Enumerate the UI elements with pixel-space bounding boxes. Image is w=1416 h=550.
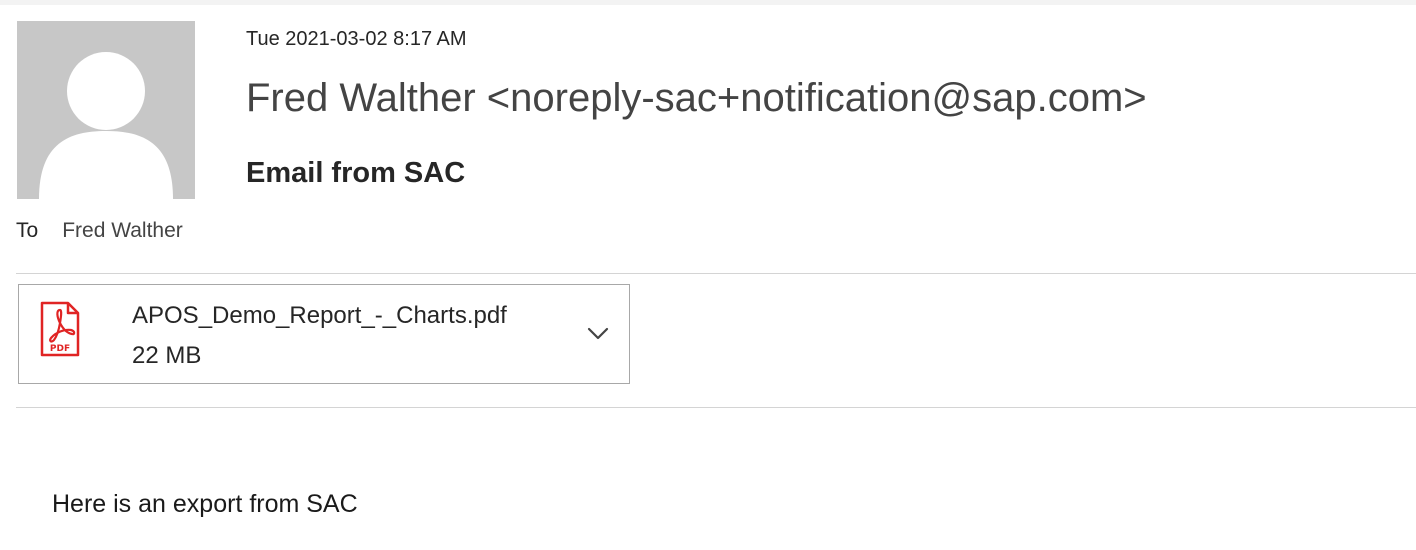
attachment-size: 22 MB — [132, 342, 202, 369]
attachment-card[interactable]: PDF APOS_Demo_Report_-_Charts.pdf 22 MB — [18, 284, 630, 384]
to-label: To — [16, 219, 39, 242]
email-subject: Email from SAC — [246, 157, 466, 189]
chevron-down-icon[interactable] — [587, 327, 609, 341]
person-silhouette-icon — [17, 21, 195, 199]
header-divider — [16, 273, 1416, 274]
sent-date: Tue 2021-03-02 8:17 AM — [246, 28, 467, 50]
message-body: Here is an export from SAC — [52, 490, 358, 518]
recipient-name[interactable]: Fred Walther — [62, 219, 183, 242]
recipients-line: To Fred Walther — [16, 214, 183, 248]
pdf-icon-label: PDF — [50, 344, 70, 354]
body-divider — [16, 407, 1416, 408]
sender-address[interactable]: Fred Walther <noreply-sac+notification@s… — [246, 68, 1147, 128]
sender-avatar — [17, 21, 195, 199]
attachment-name: APOS_Demo_Report_-_Charts.pdf — [132, 302, 507, 329]
window-top-strip — [0, 0, 1416, 5]
pdf-file-icon: PDF — [40, 301, 80, 357]
